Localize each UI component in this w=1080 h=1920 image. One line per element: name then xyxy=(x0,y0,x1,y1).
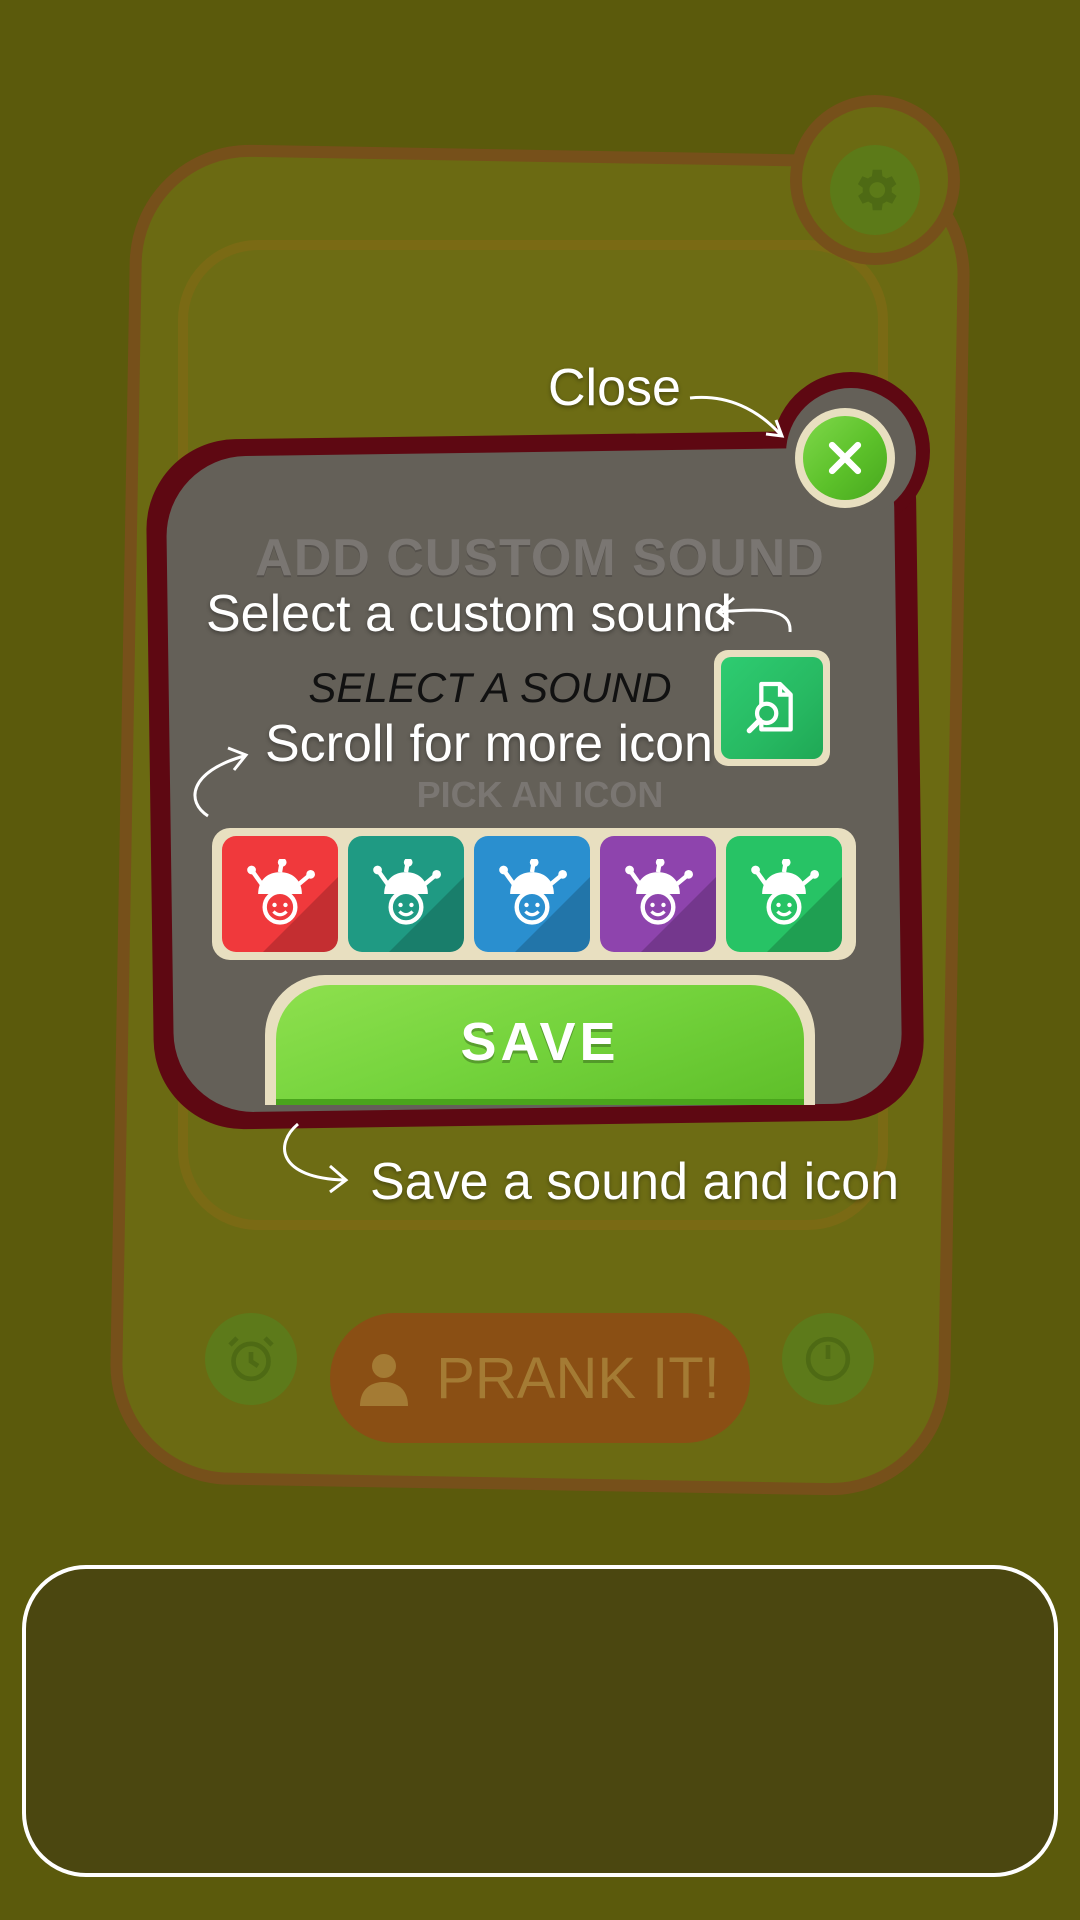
icon-option-purple[interactable] xyxy=(600,836,716,952)
alarm-button[interactable] xyxy=(205,1313,297,1405)
callout-scroll-more: Scroll for more icon xyxy=(265,715,713,773)
jester-icon xyxy=(625,859,693,925)
jester-icon xyxy=(373,859,441,925)
close-icon xyxy=(828,441,862,475)
callout-select-custom-sound: Select a custom sound xyxy=(206,585,733,643)
icon-option-teal[interactable] xyxy=(348,836,464,952)
arrow-save-icon xyxy=(283,1122,349,1194)
dialog-title: ADD CUSTOM SOUND xyxy=(255,529,825,587)
callout-close: Close xyxy=(548,359,681,417)
arrow-select-icon xyxy=(715,596,792,633)
timer-icon xyxy=(805,1336,851,1382)
arrow-scroll-icon xyxy=(193,746,249,818)
file-search-icon xyxy=(746,681,793,734)
icon-option-blue[interactable] xyxy=(474,836,590,952)
arrow-close-icon xyxy=(689,395,785,438)
save-button[interactable]: SAVE xyxy=(276,985,804,1105)
browse-sound-button[interactable] xyxy=(714,650,830,766)
prank-it-button[interactable]: PRANK IT! xyxy=(330,1313,750,1443)
pick-icon-label: PICK AN ICON xyxy=(416,774,664,815)
jester-icon xyxy=(499,859,567,925)
jester-icon xyxy=(247,859,315,925)
ad-banner[interactable] xyxy=(22,1565,1058,1877)
icon-option-green[interactable] xyxy=(726,836,842,952)
person-icon xyxy=(360,1354,409,1406)
icon-picker-strip[interactable] xyxy=(212,828,856,960)
timer-button[interactable] xyxy=(782,1313,874,1405)
gear-icon xyxy=(857,169,897,211)
jester-icon xyxy=(751,859,819,925)
alarm-clock-icon xyxy=(228,1336,274,1382)
icon-option-red[interactable] xyxy=(222,836,338,952)
callout-save-hint: Save a sound and icon xyxy=(370,1153,900,1211)
select-sound-label[interactable]: SELECT A SOUND xyxy=(290,664,690,712)
save-label: SAVE xyxy=(460,1012,620,1072)
settings-button[interactable] xyxy=(830,145,920,235)
prank-it-label: PRANK IT! xyxy=(436,1345,720,1411)
close-button[interactable] xyxy=(795,408,895,508)
